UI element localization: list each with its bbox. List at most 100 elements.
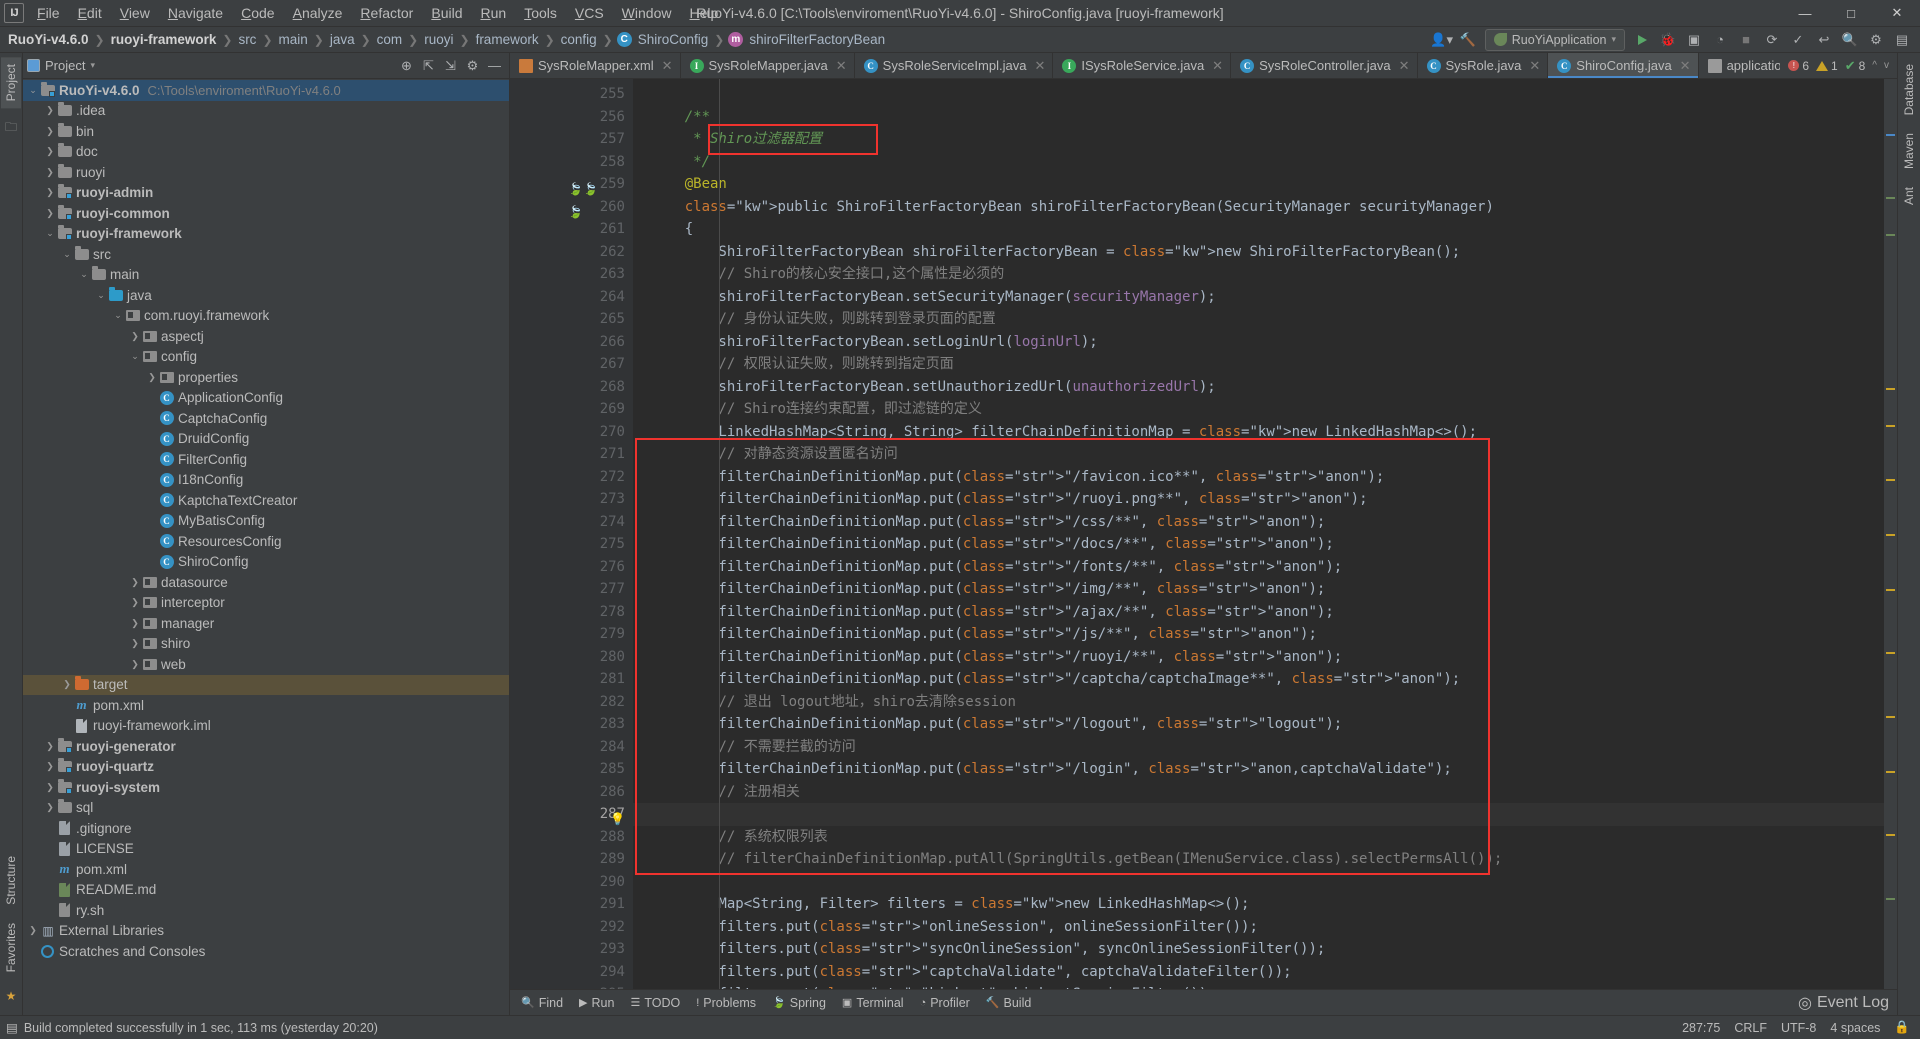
chevron-right-icon[interactable]: ❯ (44, 208, 56, 219)
inspection-widget[interactable]: ! 6 1 ✔ 8 ^ v (1780, 53, 1897, 78)
chevron-down-icon[interactable]: ⌄ (112, 310, 124, 321)
gutter-line-276[interactable]: 276 (510, 556, 633, 579)
gutter-line-284[interactable]: 284 (510, 736, 633, 759)
error-stripe-marker[interactable] (1886, 133, 1895, 136)
tree-node-mybatisconfig[interactable]: C MyBatisConfig (23, 511, 509, 532)
rail-tab-structure[interactable]: Structure (1, 849, 21, 912)
tool-window-build[interactable]: 🔨 Build (979, 993, 1039, 1013)
tree-node-bin[interactable]: ❯ bin (23, 121, 509, 142)
tool-window-todo[interactable]: ☰ TODO (623, 993, 687, 1013)
gutter-line-271[interactable]: 271 (510, 443, 633, 466)
code-viewport[interactable]: /** * Shiro过滤器配置 */ @Bean class="kw">pub… (633, 79, 1884, 989)
tree-node-ry-sh[interactable]: ry.sh (23, 900, 509, 921)
close-tab-icon[interactable]: ✕ (662, 58, 673, 74)
tree-node-ruoyi-v4-6-0[interactable]: ⌄ RuoYi-v4.6.0 C:\Tools\enviroment\RuoYi-v… (23, 80, 509, 101)
menu-window[interactable]: Window (613, 1, 681, 25)
breadcrumb-item-framework[interactable]: framework (474, 32, 541, 47)
tree-node-druidconfig[interactable]: C DruidConfig (23, 429, 509, 450)
chevron-right-icon[interactable]: ❯ (129, 597, 141, 608)
git-commit-icon[interactable]: ✓ (1786, 29, 1810, 51)
tree-node-ruoyi-quartz[interactable]: ❯ ruoyi-quartz (23, 757, 509, 778)
git-history-icon[interactable]: ↩ (1812, 29, 1836, 51)
error-stripe-marker[interactable] (1886, 652, 1895, 655)
build-hammer-icon[interactable]: 🔨 (1456, 29, 1480, 51)
tree-node-aspectj[interactable]: ❯ aspectj (23, 326, 509, 347)
tree-node-target[interactable]: ❯ target (23, 674, 509, 695)
run-configuration-selector[interactable]: RuoYiApplication ▾ (1484, 28, 1625, 51)
tree-node-license[interactable]: LICENSE (23, 839, 509, 860)
gutter-line-278[interactable]: 278 (510, 601, 633, 624)
gutter-line-269[interactable]: 269 (510, 398, 633, 421)
gutter-line-281[interactable]: 281 (510, 668, 633, 691)
tree-node-captchaconfig[interactable]: C CaptchaConfig (23, 408, 509, 429)
hide-panel-icon[interactable]: — (484, 55, 505, 76)
search-everywhere-icon[interactable]: 🔍 (1838, 29, 1862, 51)
tree-node-com-ruoyi-framework[interactable]: ⌄ com.ruoyi.framework (23, 306, 509, 327)
close-tab-icon[interactable]: ✕ (1212, 58, 1223, 74)
settings-gear-icon[interactable]: ⚙ (1864, 29, 1888, 51)
editor-gutter[interactable]: 255256⊟257258⌐259🍃🍃260🍃261⊟2622632642652… (510, 79, 644, 989)
tree-node-ruoyi-common[interactable]: ❯ ruoyi-common (23, 203, 509, 224)
rail-folder-icon[interactable]: 🗀 (5, 118, 17, 139)
tree-node-web[interactable]: ❯ web (23, 654, 509, 675)
menu-refactor[interactable]: Refactor (351, 1, 422, 25)
caret-position[interactable]: 287:75 (1682, 1021, 1720, 1035)
rail-tab-ant[interactable]: Ant (1899, 180, 1919, 212)
menu-code[interactable]: Code (232, 1, 283, 25)
lock-icon[interactable]: 🔒 (1894, 1020, 1910, 1035)
gutter-line-288[interactable]: 288⊟ (510, 826, 644, 849)
chevron-down-icon[interactable]: ⌄ (129, 351, 141, 362)
close-tab-icon[interactable]: ✕ (1529, 58, 1540, 74)
gutter-line-280[interactable]: 280 (510, 646, 633, 669)
debug-button[interactable]: 🐞 (1656, 29, 1680, 51)
error-stripe-marker[interactable] (1886, 588, 1895, 591)
gutter-line-290[interactable]: 290 (510, 871, 633, 894)
chevron-right-icon[interactable]: ❯ (44, 187, 56, 198)
tree-node-readme-md[interactable]: README.md (23, 880, 509, 901)
chevron-down-icon[interactable]: ⌄ (44, 228, 56, 239)
chevron-down-icon[interactable]: ⌄ (27, 85, 39, 96)
error-stripe-marker[interactable] (1886, 534, 1895, 536)
editor-tab-sysrolemapper-xml[interactable]: SysRoleMapper.xml ✕ (510, 53, 681, 78)
breadcrumb-item-shirofilterfactorybean[interactable]: m shiroFilterFactoryBean (728, 32, 887, 47)
breadcrumb-item-ruoyi[interactable]: ruoyi (422, 32, 455, 47)
implemented-method-gutter-icon[interactable]: 🍃 (583, 178, 598, 196)
tree-node-ruoyi-system[interactable]: ❯ ruoyi-system (23, 777, 509, 798)
breadcrumb-item-ruoyi-framework[interactable]: ruoyi-framework (109, 32, 219, 47)
chevron-right-icon[interactable]: ❯ (27, 925, 39, 936)
notifications-icon[interactable]: ▤ (1890, 29, 1914, 51)
gutter-line-287[interactable]: 287 💡 (510, 803, 633, 826)
tree-node-sql[interactable]: ❯ sql (23, 798, 509, 819)
menu-build[interactable]: Build (422, 1, 471, 25)
tree-node-doc[interactable]: ❯ doc (23, 142, 509, 163)
tree-node-external-libraries[interactable]: ❯ ▥ External Libraries (23, 921, 509, 942)
rail-tab-database[interactable]: Database (1899, 57, 1919, 122)
error-stripe-marker[interactable] (1886, 197, 1895, 200)
gutter-line-291[interactable]: 291 (510, 893, 633, 916)
check-count[interactable]: ✔ 8 (1845, 58, 1866, 74)
gutter-line-263[interactable]: 263 (510, 263, 633, 286)
line-separator[interactable]: CRLF (1734, 1021, 1767, 1035)
gutter-line-258[interactable]: 258⌐ (510, 151, 644, 174)
gutter-line-289[interactable]: 289 (510, 848, 633, 871)
gutter-line-268[interactable]: 268 (510, 376, 633, 399)
tree-node--idea[interactable]: ❯ .idea (23, 101, 509, 122)
error-stripe-marker[interactable] (1886, 424, 1895, 427)
chevron-down-icon[interactable]: ⌄ (61, 249, 73, 260)
chevron-down-icon[interactable]: ▾ (90, 60, 95, 71)
source-code[interactable]: /** * Shiro过滤器配置 */ @Bean class="kw">pub… (633, 83, 1884, 990)
tree-node-pom-xml[interactable]: m pom.xml (23, 859, 509, 880)
gutter-line-259[interactable]: 259 🍃 🍃 (510, 173, 633, 196)
git-update-icon[interactable]: ⟳ (1760, 29, 1784, 51)
tree-node-filterconfig[interactable]: C FilterConfig (23, 449, 509, 470)
panel-settings-icon[interactable]: ⚙ (462, 55, 483, 76)
tool-window-spring[interactable]: 🍃 Spring (765, 993, 833, 1013)
error-stripe-marker[interactable] (1886, 233, 1895, 236)
editor-tab-application-yml[interactable]: application.yml✕ (1699, 53, 1780, 78)
editor-tab-sysrolemapper-java[interactable]: I SysRoleMapper.java ✕ (681, 53, 855, 78)
warning-count[interactable]: 1 (1816, 59, 1838, 73)
menu-vcs[interactable]: VCS (566, 1, 613, 25)
chevron-right-icon[interactable]: ❯ (44, 167, 56, 178)
gutter-line-261[interactable]: 261⊟ (510, 218, 644, 241)
tree-node-manager[interactable]: ❯ manager (23, 613, 509, 634)
